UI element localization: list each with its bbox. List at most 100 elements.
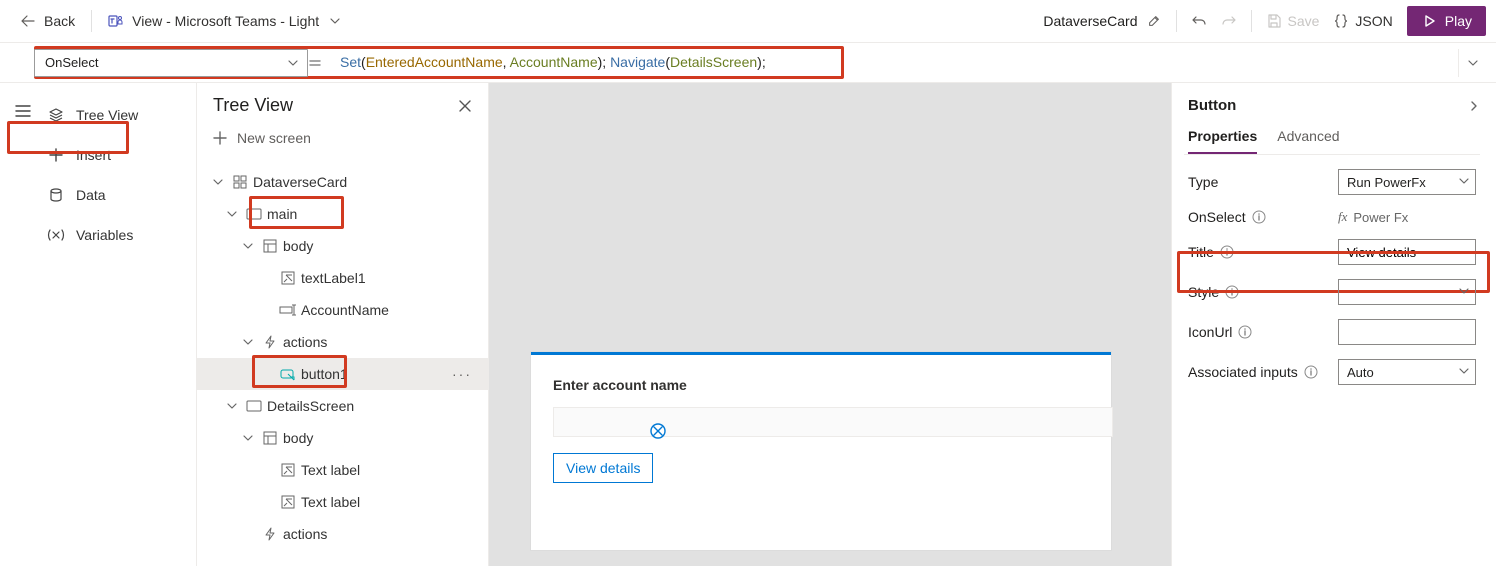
formula-token: Navigate bbox=[610, 54, 665, 70]
tree-node-textlabel-b[interactable]: Text label bbox=[197, 486, 488, 518]
hamburger-menu-button[interactable] bbox=[0, 91, 46, 131]
back-arrow-icon bbox=[20, 13, 36, 29]
tree-node-textlabel-a[interactable]: Text label bbox=[197, 454, 488, 486]
assoc-inputs-value: Auto bbox=[1347, 365, 1374, 380]
properties-panel: Button Properties Advanced Type Run Powe… bbox=[1171, 83, 1496, 566]
button-icon bbox=[275, 367, 301, 381]
tree-node-label: actions bbox=[283, 526, 327, 542]
nav-data[interactable]: Data bbox=[46, 175, 196, 215]
tree-node-main[interactable]: main bbox=[197, 198, 488, 230]
tree-node-button1[interactable]: button1 ··· bbox=[197, 358, 488, 390]
property-selector-dropdown[interactable]: OnSelect bbox=[34, 49, 308, 77]
prop-row-iconurl: IconUrl bbox=[1184, 319, 1480, 345]
teams-icon bbox=[108, 13, 124, 29]
info-icon[interactable] bbox=[1220, 245, 1234, 259]
chevron-down-icon bbox=[223, 401, 241, 411]
onselect-text: Power Fx bbox=[1353, 210, 1408, 225]
play-label: Play bbox=[1445, 13, 1472, 29]
formula-token: AccountName bbox=[510, 54, 598, 70]
tree-node-label: DataverseCard bbox=[253, 174, 347, 190]
tab-advanced[interactable]: Advanced bbox=[1277, 120, 1339, 154]
error-indicator-icon[interactable] bbox=[649, 422, 667, 440]
expand-formula-bar-button[interactable] bbox=[1458, 49, 1486, 77]
nav-tree-view[interactable]: Tree View bbox=[46, 95, 196, 135]
json-button[interactable]: JSON bbox=[1333, 13, 1392, 29]
chevron-down-icon bbox=[223, 209, 241, 219]
style-select[interactable] bbox=[1338, 279, 1476, 305]
nav-label: Tree View bbox=[76, 107, 138, 123]
info-icon[interactable] bbox=[1304, 365, 1318, 379]
tree-node-accountname[interactable]: AccountName bbox=[197, 294, 488, 326]
onselect-value[interactable]: fx Power Fx bbox=[1338, 209, 1476, 225]
play-button[interactable]: Play bbox=[1407, 6, 1486, 36]
properties-tabs: Properties Advanced bbox=[1184, 120, 1480, 155]
app-name-label[interactable]: DataverseCard bbox=[1043, 13, 1161, 29]
nav-label: Data bbox=[76, 187, 106, 203]
nav-insert[interactable]: Insert bbox=[46, 135, 196, 175]
info-icon[interactable] bbox=[1225, 285, 1239, 299]
back-button[interactable]: Back bbox=[20, 13, 75, 29]
textinput-icon bbox=[275, 304, 301, 316]
iconurl-input[interactable] bbox=[1338, 319, 1476, 345]
tree-node-label: button1 bbox=[301, 366, 348, 382]
chevron-down-icon bbox=[327, 13, 343, 29]
textlabel-icon bbox=[275, 495, 301, 509]
new-screen-button[interactable]: New screen bbox=[197, 120, 488, 156]
tree-node-label: Text label bbox=[301, 494, 360, 510]
json-label: JSON bbox=[1355, 13, 1392, 29]
canvas[interactable]: Enter account name View details bbox=[489, 83, 1171, 566]
nav-label: Variables bbox=[76, 227, 133, 243]
database-icon bbox=[46, 185, 66, 205]
left-rail bbox=[0, 83, 46, 566]
tree-node-label: main bbox=[267, 206, 297, 222]
formula-bar: OnSelect Set(EnteredAccountName, Account… bbox=[0, 43, 1496, 83]
app-icon bbox=[227, 174, 253, 190]
tree-node-body2[interactable]: body bbox=[197, 422, 488, 454]
info-icon[interactable] bbox=[1252, 210, 1266, 224]
formula-token: EnteredAccountName bbox=[366, 54, 503, 70]
chevron-down-icon bbox=[1459, 286, 1469, 296]
tree-node-label: body bbox=[283, 430, 313, 446]
card-icon bbox=[241, 208, 267, 220]
view-mode-dropdown[interactable]: View - Microsoft Teams - Light bbox=[108, 13, 343, 29]
textlabel-icon bbox=[275, 463, 301, 477]
prop-row-onselect: OnSelect fx Power Fx bbox=[1184, 209, 1480, 225]
nav-variables[interactable]: Variables bbox=[46, 215, 196, 255]
view-details-button[interactable]: View details bbox=[553, 453, 653, 483]
info-icon[interactable] bbox=[1238, 325, 1252, 339]
card-preview: Enter account name View details bbox=[531, 352, 1111, 550]
edit-pencil-icon[interactable] bbox=[1146, 13, 1162, 29]
prop-label: Type bbox=[1188, 174, 1218, 190]
tree-node-actions[interactable]: actions bbox=[197, 326, 488, 358]
layers-icon bbox=[46, 105, 66, 125]
chevron-down-icon bbox=[239, 337, 257, 347]
top-toolbar: Back View - Microsoft Teams - Light Data… bbox=[0, 0, 1496, 43]
tree-node-dataversecard[interactable]: DataverseCard bbox=[197, 166, 488, 198]
more-menu-button[interactable]: ··· bbox=[452, 366, 472, 382]
title-input[interactable] bbox=[1338, 239, 1476, 265]
expand-panel-icon[interactable] bbox=[1468, 100, 1480, 112]
formula-input[interactable]: Set(EnteredAccountName, AccountName); Na… bbox=[336, 54, 1452, 71]
save-label: Save bbox=[1288, 13, 1320, 29]
undo-icon[interactable] bbox=[1191, 13, 1207, 29]
tab-properties[interactable]: Properties bbox=[1188, 120, 1257, 154]
view-mode-label: View - Microsoft Teams - Light bbox=[132, 13, 319, 29]
account-name-input[interactable] bbox=[553, 407, 1113, 437]
type-select[interactable]: Run PowerFx bbox=[1338, 169, 1476, 195]
tree-node-actions2[interactable]: actions bbox=[197, 518, 488, 550]
prop-label: Title bbox=[1188, 244, 1214, 260]
tree-node-label: body bbox=[283, 238, 313, 254]
close-panel-button[interactable] bbox=[458, 99, 472, 113]
tree-node-detailsscreen[interactable]: DetailsScreen bbox=[197, 390, 488, 422]
card-label: Enter account name bbox=[553, 377, 1089, 393]
variable-icon bbox=[46, 225, 66, 245]
tree-node-label: actions bbox=[283, 334, 327, 350]
left-nav: Tree View Insert Data Variables bbox=[46, 83, 196, 566]
tree-node-textlabel1[interactable]: textLabel1 bbox=[197, 262, 488, 294]
assoc-inputs-select[interactable]: Auto bbox=[1338, 359, 1476, 385]
prop-row-type: Type Run PowerFx bbox=[1184, 169, 1480, 195]
tree-node-body[interactable]: body bbox=[197, 230, 488, 262]
redo-icon bbox=[1221, 13, 1237, 29]
formula-token: DetailsScreen bbox=[670, 54, 757, 70]
toolbar-separator bbox=[91, 10, 92, 32]
